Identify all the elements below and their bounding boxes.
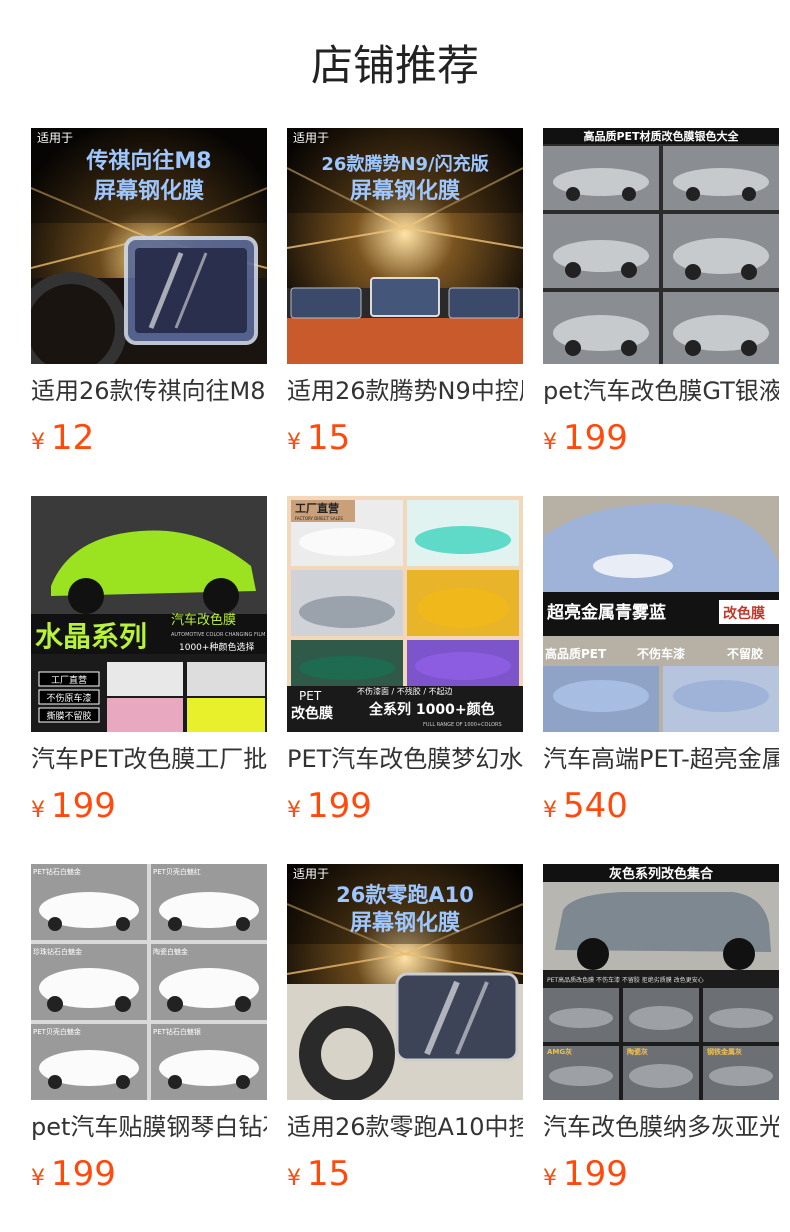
product-image[interactable]: 高品质PET材质改色膜银色大全 <box>543 128 779 364</box>
product-name[interactable]: PET汽车改色膜梦幻水晶系列 <box>287 742 523 776</box>
image-line1: 26款零跑A10 <box>336 883 474 907</box>
image-small: FULL RANGE OF 1000+COLORS <box>423 722 502 728</box>
product-price: ¥199 <box>31 786 116 826</box>
image-sub1: 汽车改色膜 <box>171 612 236 628</box>
product-image[interactable]: 适用于 26款零跑A10 屏幕钢化膜 <box>287 864 523 1100</box>
image-sub2: AUTOMOTIVE COLOR CHANGING FILM <box>171 632 265 638</box>
price-value: 199 <box>307 786 372 826</box>
price-value: 199 <box>51 786 116 826</box>
image-label: 珍珠钻石白魅金 <box>33 947 82 956</box>
image-banner: 高品质PET材质改色膜银色大全 <box>583 129 739 143</box>
product-image[interactable]: 适用于 传祺向往M8 屏幕钢化膜 <box>31 128 267 364</box>
price-value: 15 <box>307 1154 351 1194</box>
price-value: 199 <box>563 1154 628 1194</box>
product-price: ¥199 <box>31 1154 116 1194</box>
currency-symbol: ¥ <box>543 798 557 823</box>
image-label: PET钻石白魅银 <box>153 1027 201 1036</box>
image-label: 钢铁金属灰 <box>707 1047 742 1056</box>
currency-symbol: ¥ <box>287 1166 301 1191</box>
product-price: ¥15 <box>287 1154 350 1194</box>
image-label: PET贝壳白魅红 <box>153 867 201 876</box>
product-image[interactable]: 适用于 26款腾势N9/闪充版 屏幕钢化膜 <box>287 128 523 364</box>
image-label: AMG灰 <box>547 1047 572 1056</box>
product-price: ¥540 <box>543 786 628 826</box>
product-image-graphic: 水晶系列 汽车改色膜 AUTOMOTIVE COLOR CHANGING FIL… <box>31 496 267 732</box>
product-name[interactable]: 适用26款零跑A10中控屏幕钢化膜 <box>287 1110 523 1144</box>
image-line2: 屏幕钢化膜 <box>350 178 460 204</box>
price-value: 199 <box>563 418 628 458</box>
currency-symbol: ¥ <box>543 1166 557 1191</box>
product-grid: 适用于 传祺向往M8 屏幕钢化膜 适用26款传祺向往M8中控屏幕钢化膜 ¥12 <box>31 128 779 1208</box>
product-name[interactable]: 汽车改色膜纳多灰亚光灰 <box>543 1110 779 1144</box>
image-pet-sub: 改色膜 <box>291 705 333 722</box>
product-name[interactable]: 适用26款传祺向往M8中控屏幕钢化膜 <box>31 374 267 408</box>
image-tag: 不伤原车漆 <box>46 692 91 704</box>
product-name[interactable]: 适用26款腾势N9中控屏幕钢化膜 <box>287 374 523 408</box>
currency-symbol: ¥ <box>31 1166 45 1191</box>
product-price: ¥199 <box>287 786 372 826</box>
product-price: ¥199 <box>543 1154 628 1194</box>
product-image[interactable]: 超亮金属青雾蓝 改色膜 高品质PET 不伤车漆 不留胶 <box>543 496 779 732</box>
image-title: 超亮金属青雾蓝 <box>547 602 666 623</box>
currency-symbol: ¥ <box>31 798 45 823</box>
image-strip: PET高品质改色膜 不伤车漆 不留胶 拒绝劣质膜 改色更安心 <box>547 976 704 984</box>
image-badge-en: FACTORY DIRECT SALES <box>295 516 343 521</box>
product-name[interactable]: pet汽车贴膜钢琴白钻石白 <box>31 1110 267 1144</box>
page-title: 店铺推荐 <box>310 41 479 90</box>
price-value: 540 <box>563 786 628 826</box>
product-image-graphic: PET钻石白魅金 PET贝壳白魅红 珍珠钻石白魅金 陶瓷白魅金 PET贝壳白魅金… <box>31 864 267 1100</box>
product-image[interactable]: PET钻石白魅金 PET贝壳白魅红 珍珠钻石白魅金 陶瓷白魅金 PET贝壳白魅金… <box>31 864 267 1100</box>
image-label: 陶瓷白魅金 <box>153 947 188 956</box>
currency-symbol: ¥ <box>543 430 557 455</box>
image-line2: 屏幕钢化膜 <box>350 910 460 936</box>
product-image-graphic: 适用于 26款腾势N9/闪充版 屏幕钢化膜 <box>287 128 523 364</box>
price-value: 199 <box>51 1154 116 1194</box>
image-big: 全系列 1000+颜色 <box>368 701 495 718</box>
currency-symbol: ¥ <box>287 798 301 823</box>
image-sub3: 1000+种颜色选择 <box>179 641 254 653</box>
product-price: ¥199 <box>543 418 628 458</box>
product-image-graphic: 灰色系列改色集合 PET高品质改色膜 不伤车漆 不留胶 拒绝劣质膜 改色更安心 … <box>543 864 779 1100</box>
currency-symbol: ¥ <box>31 430 45 455</box>
product-image[interactable]: 灰色系列改色集合 PET高品质改色膜 不伤车漆 不留胶 拒绝劣质膜 改色更安心 … <box>543 864 779 1100</box>
image-pet: PET <box>299 689 322 703</box>
image-badge: 适用于 <box>293 867 329 881</box>
image-line2: 屏幕钢化膜 <box>94 178 204 204</box>
product-image[interactable]: 水晶系列 汽车改色膜 AUTOMOTIVE COLOR CHANGING FIL… <box>31 496 267 732</box>
image-tag: 改色膜 <box>723 605 765 622</box>
image-label: 陶瓷灰 <box>627 1047 648 1056</box>
price-value: 15 <box>307 418 351 458</box>
image-line1: 26款腾势N9/闪充版 <box>321 153 488 175</box>
product-image-graphic: 工厂直营 FACTORY DIRECT SALES PET 改色膜 不伤漆面 /… <box>287 496 523 732</box>
image-badge: 工厂直营 <box>295 501 339 515</box>
product-price: ¥12 <box>31 418 94 458</box>
image-banner: 灰色系列改色集合 <box>609 866 714 882</box>
product-name[interactable]: 汽车PET改色膜工厂批发 <box>31 742 267 776</box>
product-name[interactable]: 汽车高端PET-超亮金属青雾蓝 <box>543 742 779 776</box>
product-image[interactable]: 工厂直营 FACTORY DIRECT SALES PET 改色膜 不伤漆面 /… <box>287 496 523 732</box>
product-image-graphic: 适用于 传祺向往M8 屏幕钢化膜 <box>31 128 267 364</box>
image-line1: 传祺向往M8 <box>85 148 211 174</box>
product-price: ¥15 <box>287 418 350 458</box>
product-image-graphic: 超亮金属青雾蓝 改色膜 高品质PET 不伤车漆 不留胶 <box>543 496 779 732</box>
price-value: 12 <box>51 418 95 458</box>
image-badge: 适用于 <box>293 131 329 145</box>
image-title: 水晶系列 <box>35 620 147 653</box>
image-label: PET贝壳白魅金 <box>33 1027 81 1036</box>
image-badge: 适用于 <box>37 131 73 145</box>
currency-symbol: ¥ <box>287 430 301 455</box>
image-tag: 工厂直营 <box>51 674 87 686</box>
product-image-graphic: 高品质PET材质改色膜银色大全 <box>543 128 779 364</box>
image-tag: 撕膜不留胶 <box>46 710 91 722</box>
image-tags: 不伤漆面 / 不残胶 / 不起边 <box>357 686 453 696</box>
product-image-graphic: 适用于 26款零跑A10 屏幕钢化膜 <box>287 864 523 1100</box>
image-label: PET钻石白魅金 <box>33 867 81 876</box>
product-name[interactable]: pet汽车改色膜GT银液态金属 <box>543 374 779 408</box>
